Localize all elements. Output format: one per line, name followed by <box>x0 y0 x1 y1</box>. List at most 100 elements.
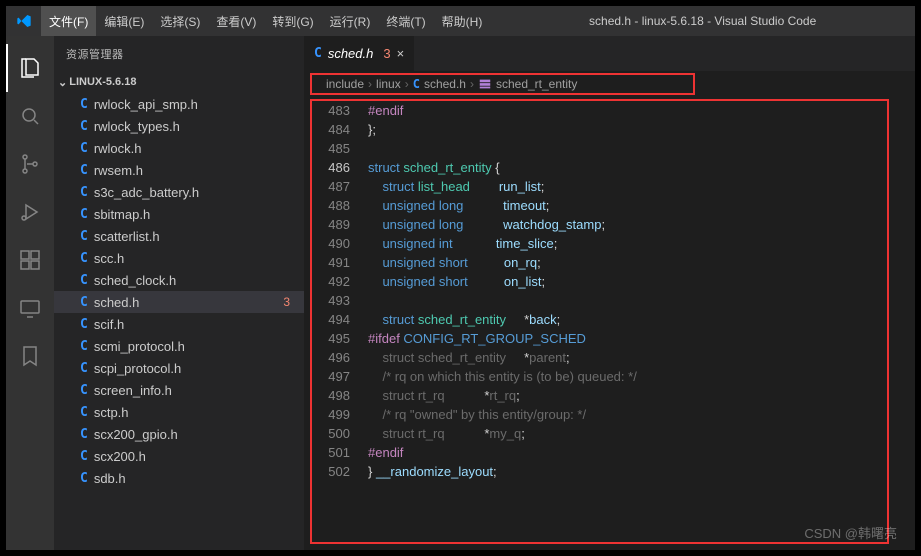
file-item[interactable]: Crwlock_api_smp.h <box>54 93 304 115</box>
tab-error-count: 3 <box>383 46 390 61</box>
file-item[interactable]: Cscatterlist.h <box>54 225 304 247</box>
c-file-icon: C <box>80 383 88 398</box>
c-file-icon: C <box>80 361 88 376</box>
c-file-icon: C <box>80 317 88 332</box>
sidebar-folder[interactable]: ⌄ LINUX-5.6.18 <box>54 71 304 93</box>
menu-view[interactable]: 查看(V) <box>208 6 264 36</box>
c-file-icon: C <box>80 119 88 134</box>
menu-terminal[interactable]: 终端(T) <box>378 6 433 36</box>
tab-sched-h[interactable]: C sched.h 3 × <box>304 36 414 71</box>
file-label: rwlock_api_smp.h <box>94 97 198 112</box>
file-label: sched_clock.h <box>94 273 176 288</box>
crumb-linux[interactable]: linux <box>376 77 401 91</box>
crumb-file[interactable]: sched.h <box>424 77 466 91</box>
c-file-icon: C <box>80 405 88 420</box>
file-label: sched.h <box>94 295 140 310</box>
c-file-icon: C <box>80 207 88 222</box>
menu-file[interactable]: 文件(F) <box>41 6 96 36</box>
struct-icon <box>478 77 492 91</box>
c-file-icon: C <box>80 163 88 178</box>
file-item[interactable]: Csched.h 3 <box>54 291 304 313</box>
c-file-icon: C <box>80 273 88 288</box>
file-item[interactable]: Csctp.h <box>54 401 304 423</box>
vscode-logo-icon <box>6 13 41 29</box>
menu-goto[interactable]: 转到(G) <box>264 6 321 36</box>
file-label: rwlock_types.h <box>94 119 180 134</box>
menu-edit[interactable]: 编辑(E) <box>96 6 152 36</box>
sidebar: 资源管理器 ⌄ LINUX-5.6.18 Crwlock_api_smp.hCr… <box>54 36 304 550</box>
breadcrumb[interactable]: include › linux › C sched.h › sched_rt_e… <box>310 73 695 95</box>
file-item[interactable]: Crwlock_types.h <box>54 115 304 137</box>
file-label: rwlock.h <box>94 141 142 156</box>
bookmark-icon[interactable] <box>6 332 54 380</box>
tab-label: sched.h <box>328 46 374 61</box>
file-label: rwsem.h <box>94 163 143 178</box>
chevron-down-icon: ⌄ <box>58 76 67 89</box>
chevron-right-icon: › <box>368 77 372 91</box>
c-file-icon: C <box>80 339 88 354</box>
menu-help[interactable]: 帮助(H) <box>434 6 491 36</box>
c-file-icon: C <box>314 46 322 61</box>
debug-icon[interactable] <box>6 188 54 236</box>
file-label: scx200.h <box>94 449 146 464</box>
editor-tabs: C sched.h 3 × <box>304 36 915 71</box>
c-file-icon: C <box>80 295 88 310</box>
explorer-icon[interactable] <box>6 44 54 92</box>
window-title: sched.h - linux-5.6.18 - Visual Studio C… <box>490 14 915 28</box>
error-count: 3 <box>283 295 290 309</box>
file-item[interactable]: Cscc.h <box>54 247 304 269</box>
file-item[interactable]: Cscx200.h <box>54 445 304 467</box>
file-label: scx200_gpio.h <box>94 427 178 442</box>
line-gutter: 4834844854864874884894904914924934944954… <box>312 101 368 542</box>
c-file-icon: C <box>80 97 88 112</box>
file-item[interactable]: Cscif.h <box>54 313 304 335</box>
menu-run[interactable]: 运行(R) <box>322 6 379 36</box>
remote-icon[interactable] <box>6 284 54 332</box>
file-item[interactable]: Cscreen_info.h <box>54 379 304 401</box>
c-file-icon: C <box>80 471 88 486</box>
c-file-icon: C <box>80 185 88 200</box>
c-file-icon: C <box>80 427 88 442</box>
close-icon[interactable]: × <box>397 46 405 61</box>
sidebar-title: 资源管理器 <box>54 36 304 71</box>
file-label: scpi_protocol.h <box>94 361 181 376</box>
folder-label: LINUX-5.6.18 <box>69 76 136 88</box>
c-file-icon: C <box>413 77 420 91</box>
editor-area: C sched.h 3 × include › linux › C sched.… <box>304 36 915 550</box>
file-item[interactable]: Csdb.h <box>54 467 304 489</box>
file-item[interactable]: Cs3c_adc_battery.h <box>54 181 304 203</box>
file-label: sctp.h <box>94 405 129 420</box>
crumb-symbol[interactable]: sched_rt_entity <box>496 77 577 91</box>
extensions-icon[interactable] <box>6 236 54 284</box>
activity-bar <box>6 36 54 550</box>
file-item[interactable]: Crwsem.h <box>54 159 304 181</box>
c-file-icon: C <box>80 229 88 244</box>
search-icon[interactable] <box>6 92 54 140</box>
file-label: scatterlist.h <box>94 229 160 244</box>
code-lines[interactable]: #endif};struct sched_rt_entity { struct … <box>368 101 887 542</box>
file-label: screen_info.h <box>94 383 172 398</box>
file-label: s3c_adc_battery.h <box>94 185 199 200</box>
chevron-right-icon: › <box>405 77 409 91</box>
title-bar: 文件(F) 编辑(E) 选择(S) 查看(V) 转到(G) 运行(R) 终端(T… <box>6 6 915 36</box>
c-file-icon: C <box>80 251 88 266</box>
c-file-icon: C <box>80 141 88 156</box>
file-item[interactable]: Cscmi_protocol.h <box>54 335 304 357</box>
file-item[interactable]: Cscx200_gpio.h <box>54 423 304 445</box>
file-item[interactable]: Csbitmap.h <box>54 203 304 225</box>
file-item[interactable]: Crwlock.h <box>54 137 304 159</box>
crumb-include[interactable]: include <box>326 77 364 91</box>
source-control-icon[interactable] <box>6 140 54 188</box>
file-label: scif.h <box>94 317 124 332</box>
file-tree[interactable]: Crwlock_api_smp.hCrwlock_types.hCrwlock.… <box>54 93 304 550</box>
file-label: sbitmap.h <box>94 207 150 222</box>
file-label: scc.h <box>94 251 124 266</box>
file-item[interactable]: Cscpi_protocol.h <box>54 357 304 379</box>
menu-select[interactable]: 选择(S) <box>152 6 208 36</box>
editor-body[interactable]: 4834844854864874884894904914924934944954… <box>310 99 889 544</box>
file-label: sdb.h <box>94 471 126 486</box>
file-label: scmi_protocol.h <box>94 339 185 354</box>
chevron-right-icon: › <box>470 77 474 91</box>
file-item[interactable]: Csched_clock.h <box>54 269 304 291</box>
c-file-icon: C <box>80 449 88 464</box>
